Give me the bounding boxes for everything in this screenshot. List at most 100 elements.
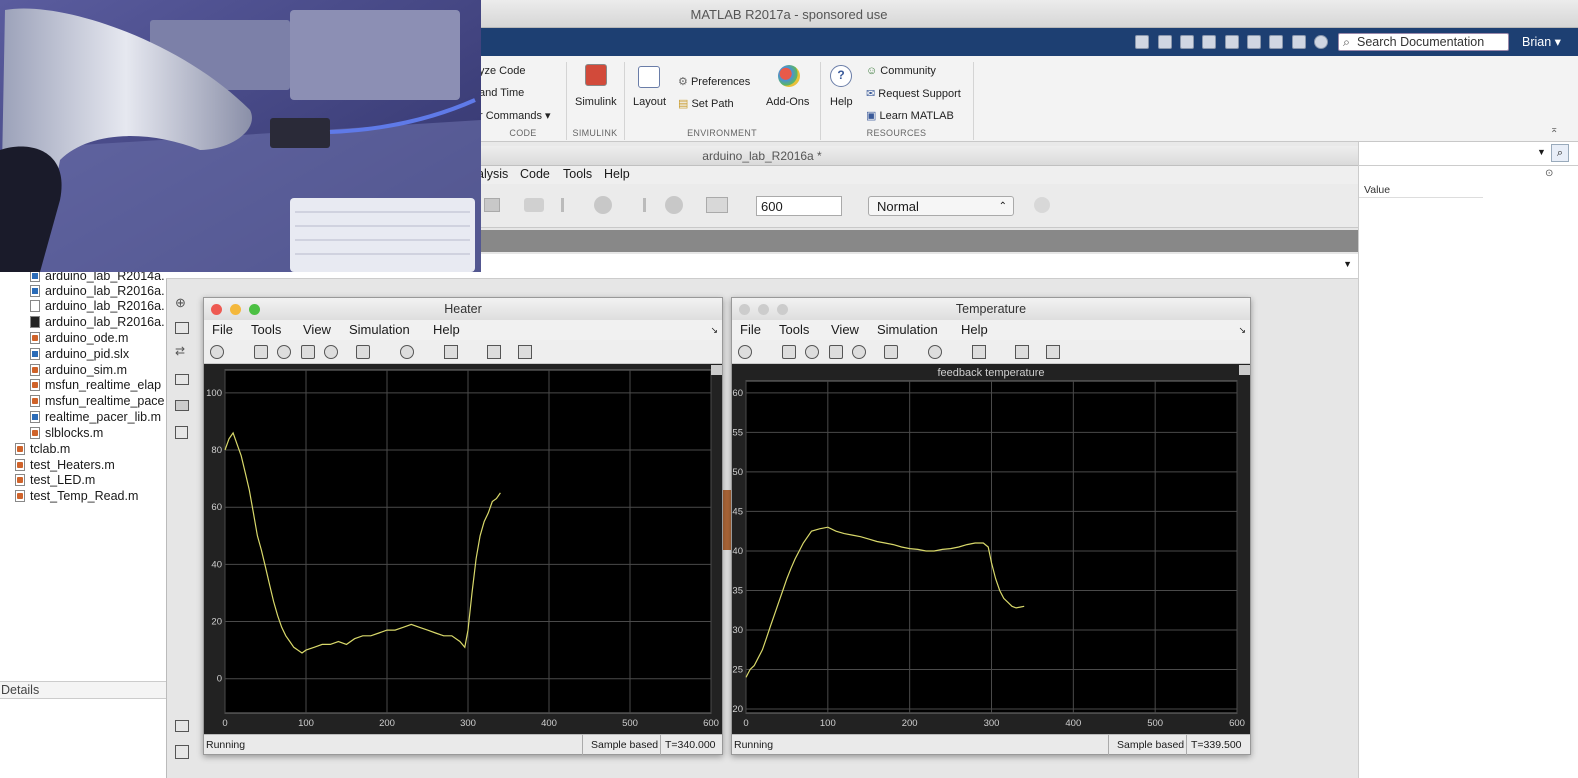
- menu-help[interactable]: Help: [961, 320, 988, 340]
- dock-icon[interactable]: ↘: [710, 320, 718, 340]
- menu-code[interactable]: Code: [520, 167, 550, 181]
- minimize-icon[interactable]: [230, 304, 241, 315]
- annotation-icon[interactable]: [175, 374, 189, 385]
- copy-icon[interactable]: [1202, 35, 1216, 49]
- stop-icon[interactable]: [852, 345, 866, 359]
- workspace-address-bar[interactable]: ▼ ⌕: [1359, 142, 1578, 166]
- arrows-icon[interactable]: ⇄: [175, 344, 185, 358]
- set-path-button[interactable]: ▤ Set Path: [678, 97, 734, 110]
- search-documentation-input[interactable]: ⌕ Search Documentation: [1338, 33, 1509, 51]
- settings-icon[interactable]: [210, 345, 224, 359]
- highlight-icon[interactable]: [884, 345, 898, 359]
- save-icon[interactable]: [1158, 35, 1172, 49]
- search-icon[interactable]: ⌕: [1551, 144, 1569, 162]
- menu-analysis[interactable]: alysis: [477, 167, 508, 181]
- file-item[interactable]: arduino_lab_R2016a.: [30, 315, 165, 330]
- area-icon[interactable]: [175, 426, 188, 439]
- menu-file[interactable]: File: [212, 320, 233, 340]
- step-forward-icon[interactable]: [829, 345, 843, 359]
- settings-icon[interactable]: [738, 345, 752, 359]
- menu-simulation[interactable]: Simulation: [349, 320, 410, 340]
- open-icon[interactable]: [1135, 35, 1149, 49]
- dock-icon[interactable]: ↘: [1238, 320, 1246, 340]
- edit-icon[interactable]: [518, 345, 532, 359]
- value-column-header[interactable]: Value: [1359, 184, 1483, 198]
- triggers-icon[interactable]: [1015, 345, 1029, 359]
- file-item[interactable]: msfun_realtime_pace: [30, 394, 165, 409]
- chevron-down-icon[interactable]: ▼: [1537, 147, 1546, 157]
- cut-icon[interactable]: [1180, 35, 1194, 49]
- simulink-button[interactable]: Simulink: [575, 96, 617, 108]
- model-config-icon[interactable]: [524, 198, 544, 212]
- file-item[interactable]: arduino_pid.slx: [30, 347, 129, 362]
- file-item[interactable]: msfun_realtime_elap: [30, 378, 161, 393]
- menu-file[interactable]: File: [740, 320, 761, 340]
- help-icon[interactable]: [1314, 35, 1328, 49]
- switch-windows-icon[interactable]: [1292, 35, 1306, 49]
- edit-icon[interactable]: [1046, 345, 1060, 359]
- close-icon[interactable]: [739, 304, 750, 315]
- stop-time-input[interactable]: 600: [756, 196, 842, 216]
- stop-icon[interactable]: [665, 196, 683, 214]
- step-forward-icon[interactable]: [632, 198, 646, 212]
- zoom-icon[interactable]: ⊕: [175, 295, 186, 311]
- menu-simulation[interactable]: Simulation: [877, 320, 938, 340]
- check-icon[interactable]: [1034, 197, 1050, 213]
- preferences-button[interactable]: ⚙ Preferences: [678, 75, 750, 88]
- zoom-icon[interactable]: [928, 345, 942, 359]
- triggers-icon[interactable]: [487, 345, 501, 359]
- stop-icon[interactable]: [324, 345, 338, 359]
- file-item[interactable]: tclab.m: [15, 442, 70, 457]
- maximize-icon[interactable]: [249, 304, 260, 315]
- pause-icon[interactable]: [594, 196, 612, 214]
- hide-icon[interactable]: [175, 745, 189, 759]
- file-item[interactable]: arduino_ode.m: [30, 331, 128, 346]
- step-back-icon[interactable]: [254, 345, 268, 359]
- redo-icon[interactable]: [1269, 35, 1283, 49]
- layout-button[interactable]: Layout: [633, 96, 666, 108]
- zoom-icon[interactable]: [400, 345, 414, 359]
- community-link[interactable]: ☺ Community: [866, 65, 936, 77]
- undo-icon[interactable]: [1247, 35, 1261, 49]
- help-button[interactable]: Help: [830, 96, 853, 108]
- file-item[interactable]: arduino_sim.m: [30, 363, 127, 378]
- close-icon[interactable]: [211, 304, 222, 315]
- expand-icon[interactable]: [1239, 365, 1250, 375]
- maximize-icon[interactable]: [777, 304, 788, 315]
- menu-view[interactable]: View: [831, 320, 859, 340]
- menu-help[interactable]: Help: [604, 167, 630, 181]
- file-item[interactable]: realtime_pacer_lib.m: [30, 410, 161, 425]
- menu-tools[interactable]: Tools: [251, 320, 281, 340]
- request-support-link[interactable]: ✉ Request Support: [866, 87, 961, 100]
- fit-view-icon[interactable]: [175, 322, 189, 334]
- autoscale-icon[interactable]: [444, 345, 458, 359]
- menu-tools[interactable]: Tools: [779, 320, 809, 340]
- simulation-mode-select[interactable]: Normal ⌃: [868, 196, 1014, 216]
- file-item[interactable]: arduino_lab_R2016a.: [30, 284, 165, 299]
- menu-view[interactable]: View: [303, 320, 331, 340]
- minimize-icon[interactable]: [758, 304, 769, 315]
- highlight-icon[interactable]: [356, 345, 370, 359]
- collapse-ribbon-icon[interactable]: ⌅: [1550, 124, 1558, 135]
- screenshot-icon[interactable]: [175, 720, 189, 732]
- ribbon-clear-commands[interactable]: r Commands ▾: [479, 109, 551, 122]
- autoscale-icon[interactable]: [972, 345, 986, 359]
- expand-icon[interactable]: [711, 365, 722, 375]
- details-panel-header[interactable]: Details: [0, 681, 166, 699]
- file-item[interactable]: slblocks.m: [30, 426, 103, 441]
- ribbon-run-and-time[interactable]: and Time: [479, 87, 524, 99]
- paste-icon[interactable]: [1225, 35, 1239, 49]
- step-back-icon[interactable]: [782, 345, 796, 359]
- pause-icon[interactable]: [805, 345, 819, 359]
- menu-help[interactable]: Help: [433, 320, 460, 340]
- options-icon[interactable]: ⊙: [1545, 168, 1553, 179]
- file-item[interactable]: test_LED.m: [15, 473, 95, 488]
- add-ons-button[interactable]: Add-Ons: [766, 96, 809, 108]
- learn-matlab-link[interactable]: ▣ Learn MATLAB: [866, 109, 954, 122]
- data-inspector-icon[interactable]: [706, 197, 728, 213]
- file-item[interactable]: test_Heaters.m: [15, 458, 115, 473]
- pause-icon[interactable]: [277, 345, 291, 359]
- step-forward-icon[interactable]: [301, 345, 315, 359]
- file-item[interactable]: arduino_lab_R2016a.: [30, 299, 165, 314]
- chevron-down-icon[interactable]: ▼: [1343, 259, 1352, 269]
